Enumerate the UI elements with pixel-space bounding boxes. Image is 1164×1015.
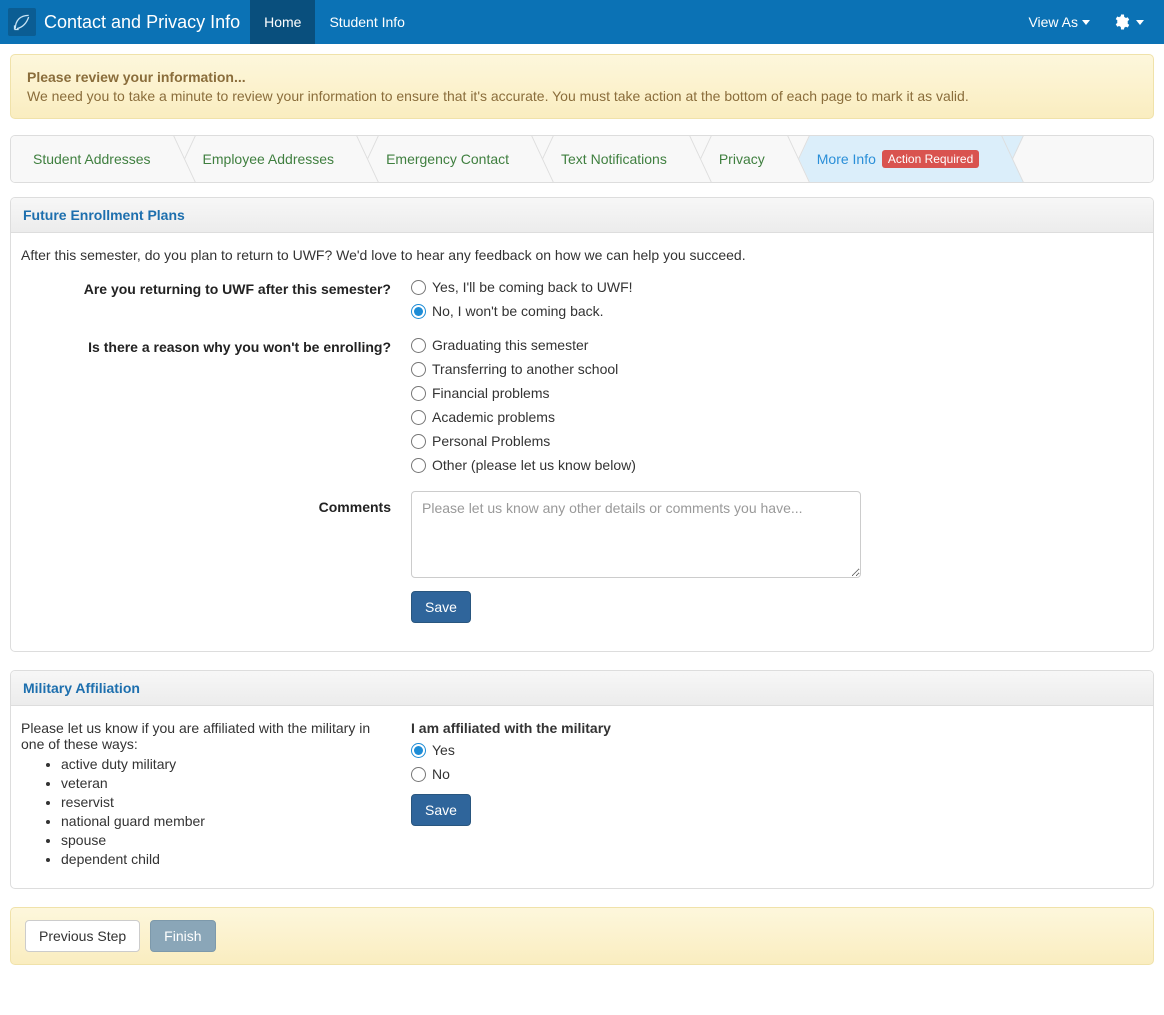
step-emergency-contact[interactable]: Emergency Contact bbox=[356, 136, 531, 182]
caret-down-icon bbox=[1136, 20, 1144, 25]
save-military-button[interactable]: Save bbox=[411, 794, 471, 826]
radio-military-yes[interactable]: Yes bbox=[411, 742, 1143, 758]
step-student-addresses[interactable]: Student Addresses bbox=[11, 136, 173, 182]
radio-return-yes-input[interactable] bbox=[411, 280, 426, 295]
panel-header-military: Military Affiliation bbox=[11, 671, 1153, 706]
radio-reason-other[interactable]: Other (please let us know below) bbox=[411, 457, 1143, 473]
navbar: Contact and Privacy Info Home Student In… bbox=[0, 0, 1164, 44]
radio-return-no[interactable]: No, I won't be coming back. bbox=[411, 303, 1143, 319]
previous-step-button[interactable]: Previous Step bbox=[25, 920, 140, 952]
radio-reason-academic[interactable]: Academic problems bbox=[411, 409, 1143, 425]
review-info-alert: Please review your information... We nee… bbox=[10, 54, 1154, 119]
comments-textarea[interactable] bbox=[411, 491, 861, 578]
step-text-notifications[interactable]: Text Notifications bbox=[531, 136, 689, 182]
wizard-footer: Previous Step Finish bbox=[10, 907, 1154, 965]
save-enrollment-button[interactable]: Save bbox=[411, 591, 471, 623]
list-item: national guard member bbox=[61, 813, 381, 829]
step-employee-addresses[interactable]: Employee Addresses bbox=[173, 136, 357, 182]
navbar-title: Contact and Privacy Info bbox=[44, 12, 240, 33]
radio-military-no[interactable]: No bbox=[411, 766, 1143, 782]
action-required-badge: Action Required bbox=[882, 150, 979, 168]
radio-reason-transferring[interactable]: Transferring to another school bbox=[411, 361, 1143, 377]
radio-return-no-input[interactable] bbox=[411, 304, 426, 319]
nav-student-info[interactable]: Student Info bbox=[315, 0, 419, 44]
label-return-question: Are you returning to UWF after this seme… bbox=[21, 279, 411, 327]
military-question: I am affiliated with the military bbox=[411, 720, 1143, 736]
panel-military: Military Affiliation Please let us know … bbox=[10, 670, 1154, 889]
finish-button[interactable]: Finish bbox=[150, 920, 215, 952]
nav-home[interactable]: Home bbox=[250, 0, 315, 44]
radio-reason-graduating[interactable]: Graduating this semester bbox=[411, 337, 1143, 353]
list-item: spouse bbox=[61, 832, 381, 848]
wizard-steps: Student Addresses Employee Addresses Eme… bbox=[10, 135, 1154, 183]
list-item: reservist bbox=[61, 794, 381, 810]
step-more-info[interactable]: More Info Action Required bbox=[787, 136, 1002, 182]
list-item: active duty military bbox=[61, 756, 381, 772]
list-item: veteran bbox=[61, 775, 381, 791]
military-ways-list: active duty military veteran reservist n… bbox=[21, 756, 381, 867]
gear-icon bbox=[1112, 13, 1130, 31]
alert-title: Please review your information... bbox=[27, 69, 1137, 85]
caret-down-icon bbox=[1082, 20, 1090, 25]
radio-reason-personal[interactable]: Personal Problems bbox=[411, 433, 1143, 449]
radio-return-yes[interactable]: Yes, I'll be coming back to UWF! bbox=[411, 279, 1143, 295]
panel-future-enrollment: Future Enrollment Plans After this semes… bbox=[10, 197, 1154, 652]
military-intro-block: Please let us know if you are affiliated… bbox=[21, 720, 381, 870]
radio-reason-financial[interactable]: Financial problems bbox=[411, 385, 1143, 401]
military-intro-text: Please let us know if you are affiliated… bbox=[21, 720, 381, 752]
alert-body: We need you to take a minute to review y… bbox=[27, 88, 1137, 104]
enrollment-intro: After this semester, do you plan to retu… bbox=[21, 247, 1143, 263]
nav-settings[interactable] bbox=[1104, 0, 1152, 44]
label-reason-question: Is there a reason why you won't be enrol… bbox=[21, 337, 411, 481]
label-comments: Comments bbox=[21, 491, 411, 581]
nav-view-as[interactable]: View As bbox=[1014, 0, 1104, 44]
panel-header-enrollment: Future Enrollment Plans bbox=[11, 198, 1153, 233]
brand-logo-icon bbox=[8, 8, 36, 36]
list-item: dependent child bbox=[61, 851, 381, 867]
navbar-brand[interactable]: Contact and Privacy Info bbox=[8, 0, 250, 44]
